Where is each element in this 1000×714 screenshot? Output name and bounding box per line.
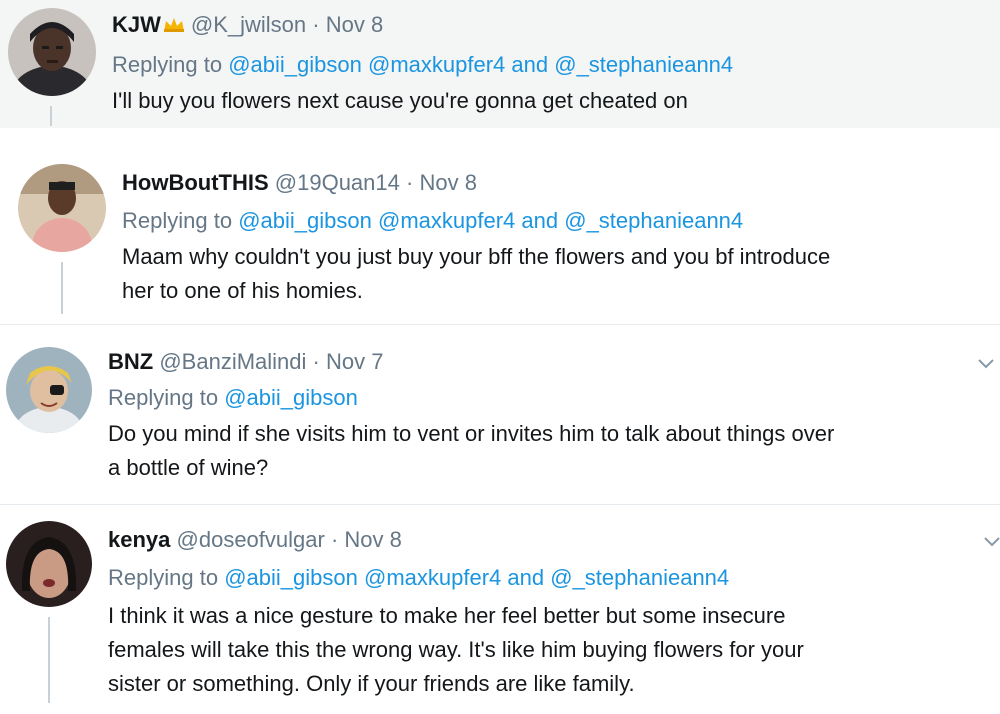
mention-link[interactable]: @_stephanieann4 <box>554 52 733 77</box>
mention-link[interactable]: @maxkupfer4 <box>364 565 501 590</box>
chevron-down-icon[interactable] <box>976 353 996 373</box>
tweet-text: Maam why couldn't you just buy your bff … <box>122 240 998 308</box>
tweet-date[interactable]: Nov 7 <box>326 349 383 374</box>
display-name[interactable]: HowBoutTHIS <box>122 170 269 195</box>
avatar[interactable] <box>6 347 92 433</box>
mention-link[interactable]: @maxkupfer4 <box>378 208 515 233</box>
tweet-text-line: sister or something. Only if your friend… <box>108 671 635 696</box>
avatar[interactable] <box>8 8 96 96</box>
tweet-text-line: Do you mind if she visits him to vent or… <box>108 421 835 446</box>
replying-prefix: Replying to <box>122 208 233 233</box>
mention-link[interactable]: @_stephanieann4 <box>564 208 743 233</box>
tweet-text-line: her to one of his homies. <box>122 278 363 303</box>
handle[interactable]: @19Quan14 <box>275 170 400 195</box>
chevron-down-icon[interactable] <box>982 531 1000 551</box>
tweet-date[interactable]: Nov 8 <box>344 527 401 552</box>
display-name[interactable]: kenya <box>108 527 170 552</box>
separator: · <box>312 12 320 37</box>
mention-link[interactable]: @_stephanieann4 <box>550 565 729 590</box>
tweet-text-line: a bottle of wine? <box>108 455 269 480</box>
replying-to: Replying to @abii_gibson @maxkupfer4 and… <box>108 565 729 591</box>
tweet-text-line: females will take this the wrong way. It… <box>108 637 804 662</box>
replying-to: Replying to @abii_gibson @maxkupfer4 and… <box>122 208 743 234</box>
tweet-text: Do you mind if she visits him to vent or… <box>108 417 998 485</box>
avatar[interactable] <box>6 521 92 607</box>
tweet-kenya[interactable]: kenya @doseofvulgar · Nov 8 Replying to … <box>0 504 1000 714</box>
avatar[interactable] <box>18 164 106 252</box>
thread-line <box>61 262 63 314</box>
separator: · <box>330 527 339 552</box>
tweet-text: I'll buy you flowers next cause you're g… <box>112 88 688 113</box>
display-name[interactable]: BNZ <box>108 349 153 374</box>
tweet-text: I think it was a nice gesture to make he… <box>108 599 988 701</box>
mention-link[interactable]: @abii_gibson <box>238 208 372 233</box>
mention-and: and <box>511 52 549 77</box>
mention-link[interactable]: @abii_gibson <box>224 565 358 590</box>
tweet-bnz[interactable]: BNZ @BanziMalindi · Nov 7 Replying to @a… <box>0 324 1000 505</box>
tweet-text-line: Maam why couldn't you just buy your bff … <box>122 244 831 269</box>
replying-to: Replying to @abii_gibson @maxkupfer4 and… <box>112 52 733 78</box>
display-name[interactable]: KJW <box>112 12 161 37</box>
separator: · <box>406 170 414 195</box>
replying-prefix: Replying to <box>108 385 219 410</box>
tweet-header: kenya @doseofvulgar · Nov 8 <box>108 527 402 553</box>
tweet-howboutthis[interactable]: HowBoutTHIS @19Quan14 · Nov 8 Replying t… <box>0 128 1000 324</box>
tweet-header: KJW @K_jwilson · Nov 8 <box>112 12 383 38</box>
mention-and: and <box>521 208 559 233</box>
replying-prefix: Replying to <box>112 52 223 77</box>
separator: · <box>312 349 320 374</box>
tweet-date[interactable]: Nov 8 <box>326 12 383 37</box>
mention-link[interactable]: @abii_gibson <box>228 52 362 77</box>
tweet-header: BNZ @BanziMalindi · Nov 7 <box>108 349 383 375</box>
crown-emoji-icon <box>163 18 184 32</box>
mention-link[interactable]: @abii_gibson <box>224 385 358 410</box>
thread-line <box>50 106 52 126</box>
handle[interactable]: @K_jwilson <box>191 12 306 37</box>
handle[interactable]: @BanziMalindi <box>159 349 306 374</box>
thread-line <box>48 617 50 703</box>
tweet-kjw[interactable]: KJW @K_jwilson · Nov 8 Replying to @abii_… <box>0 0 1000 128</box>
tweet-text-line: I think it was a nice gesture to make he… <box>108 603 786 628</box>
replying-prefix: Replying to <box>108 565 219 590</box>
mention-link[interactable]: @maxkupfer4 <box>368 52 505 77</box>
mention-and: and <box>507 565 545 590</box>
handle[interactable]: @doseofvulgar <box>177 527 325 552</box>
replying-to: Replying to @abii_gibson <box>108 385 358 411</box>
tweet-header: HowBoutTHIS @19Quan14 · Nov 8 <box>122 170 477 196</box>
tweet-date[interactable]: Nov 8 <box>419 170 476 195</box>
